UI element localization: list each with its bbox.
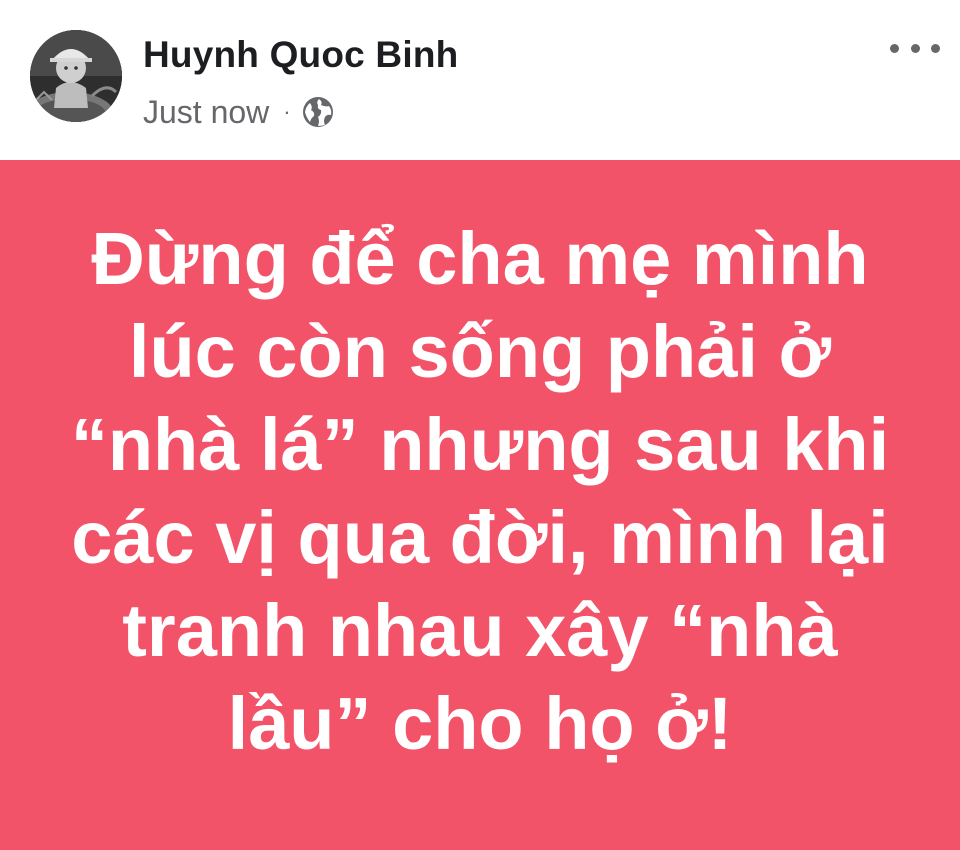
post-header: Huynh Quoc Binh Just now ·: [0, 0, 960, 160]
child-portrait-avatar-icon: [30, 30, 122, 122]
status-text: Đừng để cha mẹ mình lúc còn sống phải ở …: [70, 217, 890, 765]
more-options-button[interactable]: [890, 28, 940, 68]
more-dot: [931, 43, 940, 53]
author-avatar[interactable]: [30, 30, 122, 122]
facebook-post: Huynh Quoc Binh Just now · Đừng để cha m…: [0, 0, 960, 850]
author-name[interactable]: Huynh Quoc Binh: [143, 34, 458, 76]
more-dot: [890, 43, 899, 53]
more-dot: [910, 43, 920, 53]
globe-icon[interactable]: [301, 95, 335, 129]
post-timestamp[interactable]: Just now: [143, 94, 269, 131]
post-meta: Just now ·: [143, 92, 335, 132]
status-background-card: Đừng để cha mẹ mình lúc còn sống phải ở …: [0, 160, 960, 850]
meta-separator: ·: [283, 99, 291, 124]
